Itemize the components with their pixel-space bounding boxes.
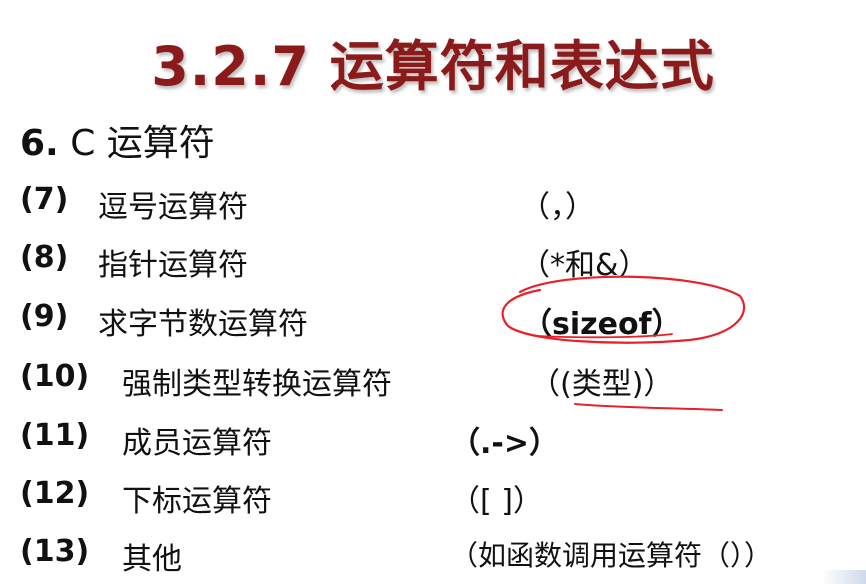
row-number: (10) [20,359,90,394]
operator-row-13: (13) 其他 （如函数调用运算符（）） [20,530,860,577]
operator-name: 指针运算符 [98,248,248,283]
operator-name: 其他 [122,542,182,577]
slide-title: 3.2.7 运算符和表达式 [151,35,715,98]
operator-name: 求字节数运算符 [98,307,308,342]
operator-symbol: （，） [520,190,595,225]
operator-symbol: （.->） [450,426,559,461]
operator-row-7: (7) 逗号运算符 （，） [20,178,860,225]
row-number: (8) [20,240,69,275]
operator-row-11: (11) 成员运算符 （.->） [20,414,860,461]
operator-row-12: (12) 下标运算符 （[ ]） [20,472,860,519]
operator-name: 逗号运算符 [98,190,248,225]
operator-name: 成员运算符 [122,426,272,461]
operator-name: 下标运算符 [122,484,272,519]
operator-row-8: (8) 指针运算符 （*和&） [20,236,860,283]
row-number: (7) [20,182,69,217]
operator-symbol: （*和&） [520,248,649,283]
red-underline-type-cast [574,403,723,411]
row-number: (9) [20,299,69,334]
row-number: (12) [20,476,90,511]
section-title: C 运算符 [70,123,215,164]
operator-row-10: (10) 强制类型转换运算符 （(类型)） [20,355,860,402]
section-number: 6. [20,123,59,164]
section-heading: 6. C 运算符 [20,114,215,166]
operator-row-9: (9) 求字节数运算符 （sizeof） [20,295,860,342]
operator-symbol: （(类型)） [530,367,674,402]
operator-symbol: （如函数调用运算符（）） [450,539,773,572]
row-number: (13) [20,534,90,569]
operator-symbol: （[ ]） [450,484,543,519]
operator-symbol: （sizeof） [522,307,682,342]
corner-decoration [822,570,866,584]
operator-name: 强制类型转换运算符 [122,367,392,402]
row-number: (11) [20,418,90,453]
